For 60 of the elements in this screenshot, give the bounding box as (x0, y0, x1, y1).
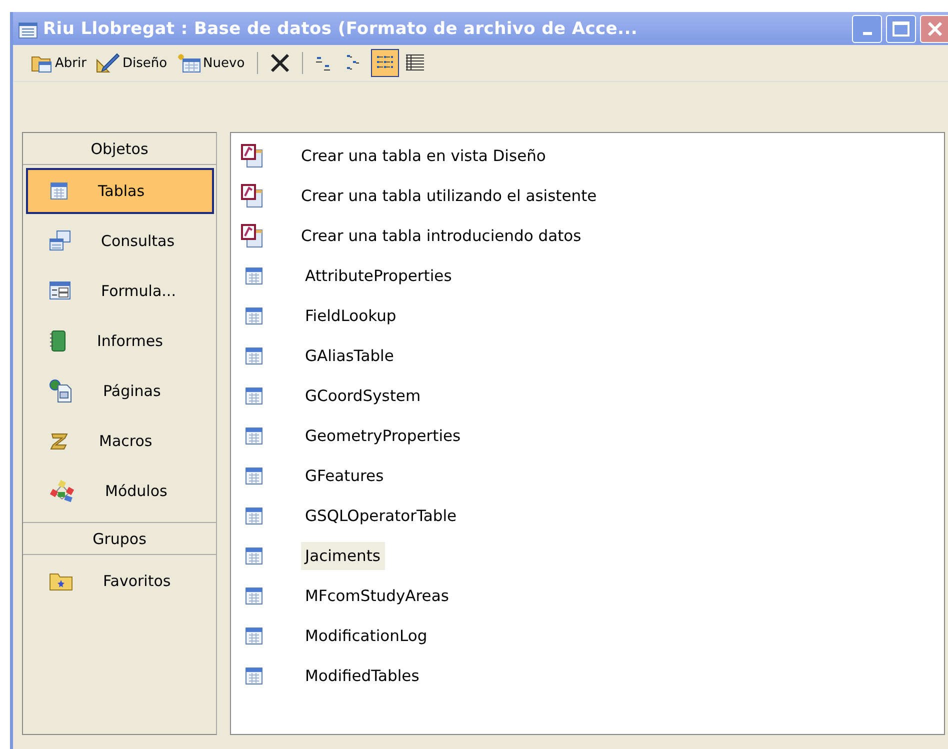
new-table-icon (177, 53, 202, 73)
sidebar-item[interactable]: Tablas (26, 168, 214, 214)
wizard-icon (241, 224, 263, 248)
table-icon (245, 667, 263, 685)
list-item[interactable]: GAliasTable (301, 342, 398, 370)
web-page-icon (49, 379, 73, 403)
section-header[interactable]: Grupos (23, 522, 216, 555)
window-title: Riu Llobregat : Base de datos (Formato de archivo de Acce... (43, 18, 639, 38)
notebook-icon (49, 330, 67, 352)
sidebar-item[interactable]: Macros (26, 418, 214, 464)
table-icon (245, 307, 263, 325)
list-item[interactable]: ModifiedTables (301, 662, 424, 690)
table-icon (245, 387, 263, 405)
list-item[interactable]: AttributeProperties (301, 262, 456, 290)
table-icon (245, 627, 263, 645)
close-icon (926, 20, 944, 38)
table-icon (245, 267, 263, 285)
sidebar-item[interactable]: Formula... (26, 268, 214, 314)
wizard-icon (241, 144, 263, 168)
module-icon (49, 479, 75, 503)
list-item[interactable]: Crear una tabla en vista Diseño (297, 142, 550, 170)
sidebar-item[interactable]: Consultas (26, 218, 214, 264)
maximize-button[interactable] (886, 14, 916, 42)
table-icon (245, 467, 263, 485)
list-item[interactable]: Crear una tabla introduciendo datos (297, 222, 586, 250)
list-item[interactable]: MFcomStudyAreas (301, 582, 453, 610)
folder-icon (49, 571, 73, 591)
sidebar-item[interactable]: Favoritos (26, 558, 214, 604)
ruler-pencil-icon (96, 53, 120, 73)
wizard-icon (241, 184, 263, 208)
scroll-icon (49, 432, 69, 450)
list-item[interactable]: GSQLOperatorTable (301, 502, 461, 530)
list-item[interactable]: ModificationLog (301, 622, 432, 650)
list-item[interactable]: Jaciments (301, 542, 385, 570)
list-item[interactable]: GFeatures (301, 462, 388, 490)
list-item[interactable]: Crear una tabla utilizando el asistente (297, 182, 601, 210)
toolbar-button[interactable]: Nuevo (173, 50, 249, 76)
minimize-icon (862, 32, 872, 35)
table-icon (245, 427, 263, 445)
list-item[interactable]: FieldLookup (301, 302, 400, 330)
table-icon (50, 182, 68, 200)
query-icon (49, 230, 71, 252)
table-icon (245, 587, 263, 605)
maximize-icon (892, 20, 910, 36)
close-button[interactable] (920, 14, 948, 42)
sidebar-item[interactable]: Informes (26, 318, 214, 364)
delete-icon (268, 52, 291, 74)
table-icon (245, 347, 263, 365)
list-item[interactable]: GCoordSystem (301, 382, 425, 410)
sidebar-item[interactable]: Páginas (26, 368, 214, 414)
section-header[interactable]: Objetos (23, 133, 216, 165)
view-button[interactable] (370, 49, 399, 77)
sidebar-item[interactable]: Módulos (26, 468, 214, 514)
list-item[interactable]: GeometryProperties (301, 422, 465, 450)
toolbar-button[interactable]: Diseño (92, 50, 172, 76)
toolbar-button[interactable]: Abrir (27, 50, 90, 76)
minimize-button[interactable] (852, 14, 882, 42)
table-icon (245, 507, 263, 525)
form-icon (49, 281, 71, 301)
table-icon (245, 547, 263, 565)
